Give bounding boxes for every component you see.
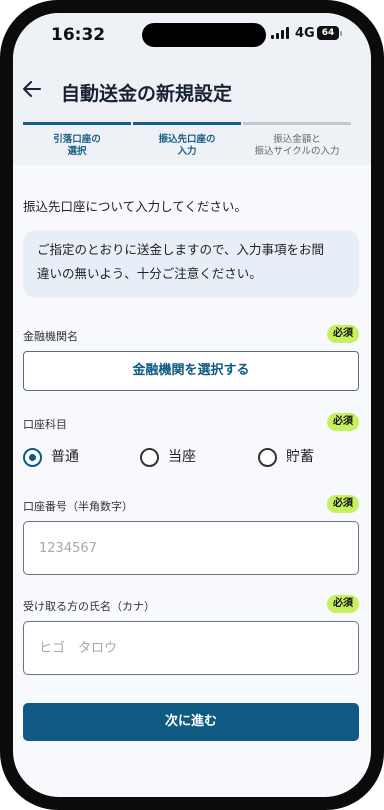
step-1-bar bbox=[23, 122, 131, 125]
intro-text: 振込先口座について入力してください。 bbox=[23, 199, 247, 214]
step-1-label-line1: 引落口座の bbox=[53, 134, 101, 145]
radio-chochiku[interactable]: 貯蓄 bbox=[258, 448, 338, 470]
step-indicator: 引落口座の 選択 振込先口座の 入力 振込金額と 振込サイクルの入力 bbox=[23, 122, 353, 167]
radio-checked-icon bbox=[23, 448, 42, 467]
required-badge: 必須 bbox=[327, 413, 359, 431]
account-number-input[interactable] bbox=[23, 521, 359, 575]
radio-futsu-label: 普通 bbox=[51, 449, 79, 465]
step-3-label-line1: 振込金額と bbox=[273, 134, 321, 145]
next-button[interactable]: 次に進む bbox=[23, 703, 359, 741]
radio-chochiku-label: 貯蓄 bbox=[286, 449, 314, 465]
radio-toza[interactable]: 当座 bbox=[140, 448, 220, 470]
required-badge: 必須 bbox=[327, 495, 359, 513]
step-2-label-line1: 振込先口座の bbox=[158, 134, 216, 145]
phone-frame: 16:32 4G 64 自動送金の新規設定 引落口座の 選択 振込先口座の 入力… bbox=[0, 0, 384, 810]
account-number-label: 口座番号（半角数字） bbox=[23, 500, 133, 513]
required-badge: 必須 bbox=[327, 325, 359, 343]
step-1-label: 引落口座の 選択 bbox=[23, 134, 131, 158]
dynamic-island bbox=[142, 23, 266, 47]
back-button[interactable] bbox=[21, 77, 47, 107]
bank-label: 金融機関名 bbox=[23, 330, 78, 343]
step-1-label-line2: 選択 bbox=[67, 146, 87, 157]
notice-line-1: ご指定のとおりに送金しますので、入力事項をお間 bbox=[37, 242, 325, 257]
notice-line-2: 違いの無いよう、十分ご注意ください。 bbox=[37, 266, 262, 281]
step-2-bar bbox=[133, 122, 241, 125]
radio-futsu[interactable]: 普通 bbox=[23, 448, 103, 470]
status-bar: 16:32 4G 64 bbox=[13, 13, 371, 57]
recipient-name-input[interactable] bbox=[23, 621, 359, 675]
battery-icon: 64 bbox=[317, 26, 339, 40]
notice-box: ご指定のとおりに送金しますので、入力事項をお間 違いの無いよう、十分ご注意くださ… bbox=[23, 230, 359, 298]
step-3-bar bbox=[243, 122, 351, 125]
step-2: 振込先口座の 入力 bbox=[133, 122, 243, 167]
status-time: 16:32 bbox=[51, 25, 106, 45]
select-bank-button[interactable]: 金融機関を選択する bbox=[23, 351, 359, 391]
radio-unchecked-icon bbox=[140, 448, 159, 467]
step-1: 引落口座の 選択 bbox=[23, 122, 133, 167]
required-badge: 必須 bbox=[327, 595, 359, 613]
recipient-name-label: 受け取る方の氏名（カナ） bbox=[23, 600, 155, 613]
radio-unchecked-icon bbox=[258, 448, 277, 467]
step-3-label: 振込金額と 振込サイクルの入力 bbox=[243, 134, 351, 158]
page-title: 自動送金の新規設定 bbox=[61, 83, 233, 105]
step-3: 振込金額と 振込サイクルの入力 bbox=[243, 122, 353, 167]
step-3-label-line2: 振込サイクルの入力 bbox=[254, 146, 340, 157]
battery-tip bbox=[340, 31, 342, 36]
app-screen: 16:32 4G 64 自動送金の新規設定 引落口座の 選択 振込先口座の 入力… bbox=[13, 13, 371, 797]
step-2-label-line2: 入力 bbox=[177, 146, 197, 157]
nav-bar: 自動送金の新規設定 bbox=[13, 77, 371, 113]
radio-toza-label: 当座 bbox=[168, 449, 196, 465]
step-2-label: 振込先口座の 入力 bbox=[133, 134, 241, 158]
account-type-label: 口座科目 bbox=[23, 418, 67, 431]
network-type: 4G bbox=[295, 26, 315, 41]
arrow-left-icon bbox=[23, 81, 41, 97]
signal-icon bbox=[271, 27, 291, 39]
